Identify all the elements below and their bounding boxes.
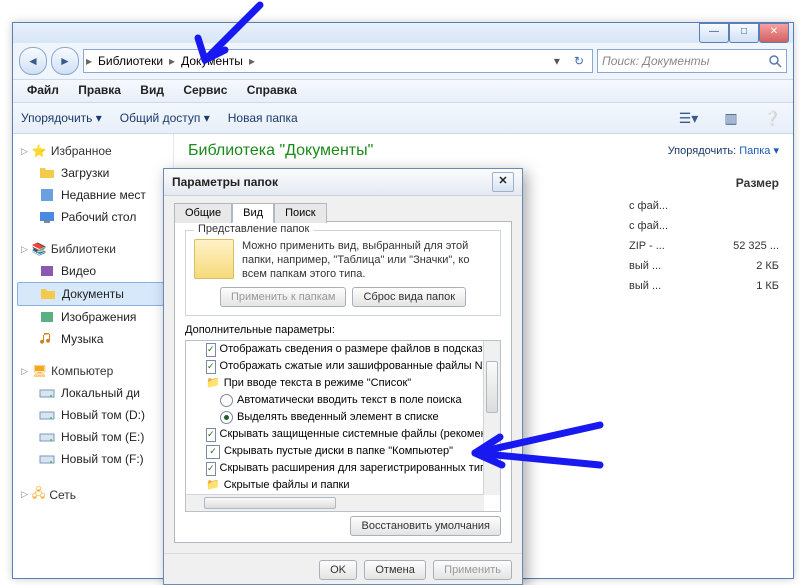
chevron-right-icon: ▸ (86, 54, 92, 68)
address-dropdown-icon[interactable]: ▾ (548, 54, 566, 68)
radio[interactable] (220, 394, 233, 407)
breadcrumb-seg[interactable]: Библиотеки (94, 52, 167, 70)
restore-defaults-button[interactable]: Восстановить умолчания (350, 516, 501, 536)
tree-item[interactable]: ✓Скрывать пустые диски в папке "Компьюте… (186, 443, 500, 460)
close-button[interactable]: ✕ (759, 23, 789, 43)
dialog-title: Параметры папок (172, 175, 278, 189)
search-icon (768, 54, 782, 68)
cancel-button[interactable]: Отмена (364, 560, 425, 580)
reset-folders-button[interactable]: Сброс вида папок (352, 287, 466, 307)
nav-recent[interactable]: Недавние мест (13, 184, 173, 206)
menu-tools[interactable]: Сервис (175, 80, 235, 100)
address-bar[interactable]: ▸ Библиотеки ▸ Документы ▸ ▾ ↻ (83, 49, 593, 73)
breadcrumb-seg[interactable]: Документы (177, 52, 247, 70)
checkbox[interactable]: ✓ (206, 445, 220, 459)
back-button[interactable]: ◄ (19, 47, 47, 75)
tab-search[interactable]: Поиск (274, 203, 326, 223)
group-text: Можно применить вид, выбранный для этой … (242, 239, 492, 281)
tree-item[interactable]: 📁Скрытые файлы и папки (186, 477, 500, 494)
nav-d[interactable]: Новый том (D:) (13, 404, 173, 426)
search-input[interactable]: Поиск: Документы (597, 49, 787, 73)
nav-pics[interactable]: Изображения (13, 306, 173, 328)
sort-control[interactable]: Упорядочить: Папка ▾ (668, 144, 779, 157)
nav-f[interactable]: Новый том (F:) (13, 448, 173, 470)
folder-icon: 📁 (206, 478, 220, 493)
nav-computer[interactable]: ▷🖥Компьютер (13, 360, 173, 382)
view-mode-icon[interactable]: ☰▾ (675, 110, 703, 127)
apply-to-folders-button[interactable]: Применить к папкам (220, 287, 347, 307)
organize-button[interactable]: Упорядочить ▾ (21, 111, 102, 125)
nav-row: ◄ ► ▸ Библиотеки ▸ Документы ▸ ▾ ↻ Поиск… (13, 43, 793, 79)
share-button[interactable]: Общий доступ ▾ (120, 111, 210, 125)
checkbox[interactable]: ✓ (206, 360, 216, 374)
minimize-button[interactable]: — (699, 23, 729, 43)
nav-desktop[interactable]: Рабочий стол (13, 206, 173, 228)
table-row[interactable]: с фай... (629, 216, 779, 236)
folder-icon (194, 239, 234, 279)
horizontal-scrollbar[interactable] (186, 494, 484, 511)
nav-video[interactable]: Видео (13, 260, 173, 282)
ok-button[interactable]: OK (319, 560, 357, 580)
tree-item[interactable]: Выделять введенный элемент в списке (186, 409, 500, 426)
advanced-tree[interactable]: ✓Отображать сведения о размере файлов в … (185, 340, 501, 512)
tree-item[interactable]: Показывать скрытые файлы, папки и диски (186, 511, 500, 512)
table-row[interactable]: с фай... (629, 196, 779, 216)
nav-pane: ▷⭐ИзбранноеЗагрузкиНедавние местРабочий … (13, 134, 174, 583)
radio[interactable] (220, 411, 233, 424)
forward-button[interactable]: ► (51, 47, 79, 75)
dialog-close-button[interactable]: ✕ (492, 172, 514, 192)
dialog-titlebar[interactable]: Параметры папок ✕ (164, 169, 522, 196)
help-icon[interactable]: ❔ (760, 110, 785, 127)
apply-button[interactable]: Применить (433, 560, 512, 580)
titlebar[interactable]: — □ ✕ (13, 23, 793, 43)
menu-bar: Файл Правка Вид Сервис Справка (13, 79, 793, 103)
menu-edit[interactable]: Правка (70, 80, 129, 100)
refresh-icon[interactable]: ↻ (568, 54, 590, 68)
nav-docs[interactable]: Документы (17, 282, 169, 306)
chevron-right-icon: ▸ (249, 54, 255, 68)
checkbox[interactable]: ✓ (206, 343, 216, 357)
menu-view[interactable]: Вид (132, 80, 172, 100)
tree-item[interactable]: ✓Отображать сжатые или зашифрованные фай… (186, 358, 500, 375)
nav-libs[interactable]: ▷📚Библиотеки (13, 238, 173, 260)
table-row[interactable]: вый ...1 КБ (629, 276, 779, 296)
nav-local[interactable]: Локальный ди (13, 382, 173, 404)
folder-view-group: Представление папок Можно применить вид,… (185, 230, 501, 316)
maximize-button[interactable]: □ (729, 23, 759, 43)
column-header-size[interactable]: Размер (736, 176, 779, 190)
toolbar: Упорядочить ▾ Общий доступ ▾ Новая папка… (13, 103, 793, 134)
table-row[interactable]: ZIP - ...52 325 ... (629, 236, 779, 256)
tree-item[interactable]: ✓Скрывать расширения для зарегистрирован… (186, 460, 500, 477)
menu-file[interactable]: Файл (19, 80, 67, 100)
checkbox[interactable]: ✓ (206, 428, 216, 442)
tab-view[interactable]: Вид (232, 203, 274, 223)
folder-options-dialog: Параметры папок ✕ Общие Вид Поиск Предст… (163, 168, 523, 585)
tab-general[interactable]: Общие (174, 203, 232, 223)
nav-network[interactable]: ▷🖧Сеть (13, 480, 173, 509)
search-placeholder: Поиск: Документы (602, 54, 710, 68)
checkbox[interactable]: ✓ (206, 462, 216, 476)
nav-downloads[interactable]: Загрузки (13, 162, 173, 184)
chevron-right-icon: ▸ (169, 54, 175, 68)
nav-music[interactable]: Музыка (13, 328, 173, 350)
folder-icon: 📁 (206, 376, 220, 391)
advanced-label: Дополнительные параметры: (185, 324, 501, 336)
newfolder-button[interactable]: Новая папка (228, 111, 298, 125)
nav-fav[interactable]: ▷⭐Избранное (13, 140, 173, 162)
preview-pane-icon[interactable]: ▥ (720, 110, 741, 127)
tree-item[interactable]: Автоматически вводить текст в поле поиск… (186, 392, 500, 409)
table-row[interactable]: вый ...2 КБ (629, 256, 779, 276)
tree-item[interactable]: 📁При вводе текста в режиме "Список" (186, 375, 500, 392)
group-title: Представление папок (194, 223, 313, 235)
menu-help[interactable]: Справка (239, 80, 305, 100)
tree-item[interactable]: ✓Отображать сведения о размере файлов в … (186, 341, 500, 358)
tree-item[interactable]: ✓Скрывать защищенные системные файлы (ре… (186, 426, 500, 443)
nav-e[interactable]: Новый том (E:) (13, 426, 173, 448)
vertical-scrollbar[interactable] (483, 341, 500, 495)
